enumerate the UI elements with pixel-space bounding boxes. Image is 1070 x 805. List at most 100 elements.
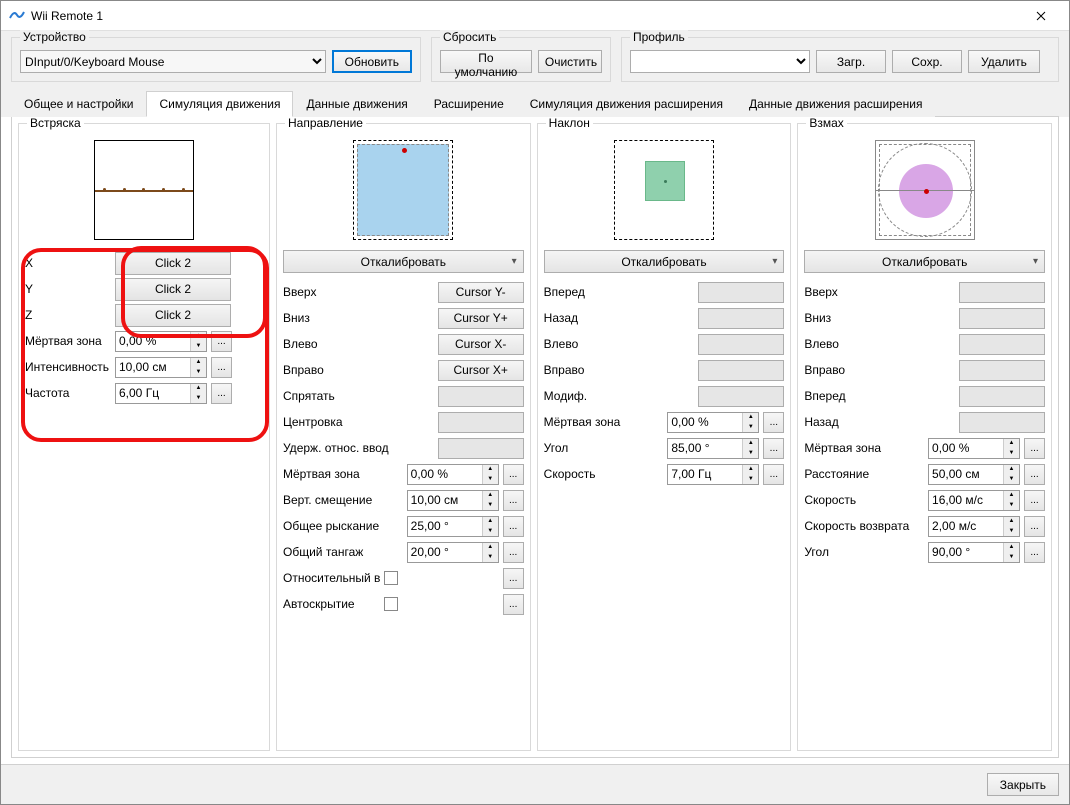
swing-right-button[interactable]	[959, 360, 1045, 381]
close-button[interactable]	[1021, 2, 1061, 30]
row-shake-intensity: Интенсивность ▲▼ ...	[25, 354, 263, 380]
close-dialog-button[interactable]: Закрыть	[987, 773, 1059, 796]
more-button[interactable]: ...	[1024, 490, 1045, 511]
tilt-deadzone-input[interactable]: ▲▼	[667, 412, 759, 433]
close-icon	[1036, 11, 1046, 21]
tilt-back-button[interactable]	[698, 308, 784, 329]
panel-tilt-label: Наклон	[546, 117, 593, 130]
clear-button[interactable]: Очистить	[538, 50, 602, 73]
panel-swing-label: Взмах	[806, 117, 846, 130]
more-button[interactable]: ...	[1024, 438, 1045, 459]
dir-hide-button[interactable]	[438, 386, 524, 407]
default-button[interactable]: По умолчанию	[440, 50, 532, 73]
swing-back-button[interactable]	[959, 412, 1045, 433]
tab-motion-sim[interactable]: Симуляция движения	[146, 91, 293, 117]
device-select[interactable]: DInput/0/Keyboard Mouse	[20, 50, 326, 73]
row-shake-x: X Click 2	[25, 250, 263, 276]
more-button[interactable]: ...	[503, 464, 524, 485]
dir-down-button[interactable]: Cursor Y+	[438, 308, 524, 329]
dir-autohide-checkbox[interactable]	[384, 597, 398, 611]
row-shake-deadzone: Мёртвая зона ▲▼ ...	[25, 328, 263, 354]
direction-viz	[353, 140, 453, 240]
swing-speed-input[interactable]: ▲▼	[928, 490, 1020, 511]
swing-up-button[interactable]	[959, 282, 1045, 303]
refresh-button[interactable]: Обновить	[332, 50, 412, 73]
profile-group-label: Профиль	[630, 30, 688, 44]
reset-group-label: Сбросить	[440, 30, 499, 44]
more-button[interactable]: ...	[503, 542, 524, 563]
delete-button[interactable]: Удалить	[968, 50, 1040, 73]
profile-group: Профиль Загр. Сохр. Удалить	[621, 37, 1059, 82]
swing-distance-input[interactable]: ▲▼	[928, 464, 1020, 485]
more-button[interactable]: ...	[211, 331, 232, 352]
shake-deadzone-input[interactable]: ▲▼	[115, 331, 207, 352]
profile-select[interactable]	[630, 50, 810, 73]
swing-left-button[interactable]	[959, 334, 1045, 355]
more-button[interactable]: ...	[503, 594, 524, 615]
tilt-right-button[interactable]	[698, 360, 784, 381]
window-title: Wii Remote 1	[31, 9, 1021, 23]
tab-ext-motion-sim[interactable]: Симуляция движения расширения	[517, 91, 736, 117]
tab-general[interactable]: Общее и настройки	[11, 91, 146, 117]
save-button[interactable]: Сохр.	[892, 50, 962, 73]
shake-z-button[interactable]: Click 2	[115, 304, 231, 327]
dir-relinput-checkbox[interactable]	[384, 571, 398, 585]
more-button[interactable]: ...	[763, 438, 784, 459]
panel-direction-label: Направление	[285, 117, 366, 130]
shake-y-button[interactable]: Click 2	[115, 278, 231, 301]
dir-deadzone-input[interactable]: ▲▼	[407, 464, 499, 485]
tab-motion-data[interactable]: Данные движения	[293, 91, 420, 117]
panel-shake-label: Встряска	[27, 117, 84, 130]
more-button[interactable]: ...	[211, 357, 232, 378]
dir-yaw-input[interactable]: ▲▼	[407, 516, 499, 537]
shake-x-button[interactable]: Click 2	[115, 252, 231, 275]
swing-viz	[875, 140, 975, 240]
tilt-fwd-button[interactable]	[698, 282, 784, 303]
reset-group: Сбросить По умолчанию Очистить	[431, 37, 611, 82]
more-button[interactable]: ...	[1024, 542, 1045, 563]
tilt-speed-input[interactable]: ▲▼	[667, 464, 759, 485]
more-button[interactable]: ...	[503, 568, 524, 589]
tilt-mod-button[interactable]	[698, 386, 784, 407]
shake-viz	[94, 140, 194, 240]
more-button[interactable]: ...	[1024, 464, 1045, 485]
more-button[interactable]: ...	[1024, 516, 1045, 537]
panel-swing: Взмах Откалибровать Вверх Вниз Влево Впр…	[797, 123, 1052, 751]
dir-pitch-input[interactable]: ▲▼	[407, 542, 499, 563]
swing-down-button[interactable]	[959, 308, 1045, 329]
swing-fwd-button[interactable]	[959, 386, 1045, 407]
dir-vshift-input[interactable]: ▲▼	[407, 490, 499, 511]
panel-shake: Встряска X Click 2 Y Click 2 Z Click 2 М…	[18, 123, 270, 751]
swing-recalibrate[interactable]: Откалибровать	[804, 250, 1045, 273]
panel-tilt: Наклон Откалибровать Вперед Назад Влево …	[537, 123, 792, 751]
shake-intensity-input[interactable]: ▲▼	[115, 357, 207, 378]
dir-holdrel-button[interactable]	[438, 438, 524, 459]
app-icon	[9, 8, 25, 24]
swing-deadzone-input[interactable]: ▲▼	[928, 438, 1020, 459]
dir-right-button[interactable]: Cursor X+	[438, 360, 524, 381]
direction-recalibrate[interactable]: Откалибровать	[283, 250, 524, 273]
tab-content: Встряска X Click 2 Y Click 2 Z Click 2 М…	[11, 117, 1059, 758]
swing-angle-input[interactable]: ▲▼	[928, 542, 1020, 563]
tilt-recalibrate[interactable]: Откалибровать	[544, 250, 785, 273]
more-button[interactable]: ...	[503, 516, 524, 537]
more-button[interactable]: ...	[763, 464, 784, 485]
shake-frequency-input[interactable]: ▲▼	[115, 383, 207, 404]
tilt-viz	[614, 140, 714, 240]
panel-direction: Направление Откалибровать ВверхCursor Y-…	[276, 123, 531, 751]
tab-strip: Общее и настройки Симуляция движения Дан…	[1, 82, 1069, 117]
titlebar: Wii Remote 1	[1, 1, 1069, 31]
dir-left-button[interactable]: Cursor X-	[438, 334, 524, 355]
tab-ext-motion-data[interactable]: Данные движения расширения	[736, 91, 935, 117]
more-button[interactable]: ...	[763, 412, 784, 433]
dir-center-button[interactable]	[438, 412, 524, 433]
window: Wii Remote 1 Устройство DInput/0/Keyboar…	[0, 0, 1070, 805]
more-button[interactable]: ...	[211, 383, 232, 404]
swing-retspeed-input[interactable]: ▲▼	[928, 516, 1020, 537]
tilt-angle-input[interactable]: ▲▼	[667, 438, 759, 459]
tilt-left-button[interactable]	[698, 334, 784, 355]
more-button[interactable]: ...	[503, 490, 524, 511]
dir-up-button[interactable]: Cursor Y-	[438, 282, 524, 303]
load-button[interactable]: Загр.	[816, 50, 886, 73]
tab-extension[interactable]: Расширение	[421, 91, 517, 117]
